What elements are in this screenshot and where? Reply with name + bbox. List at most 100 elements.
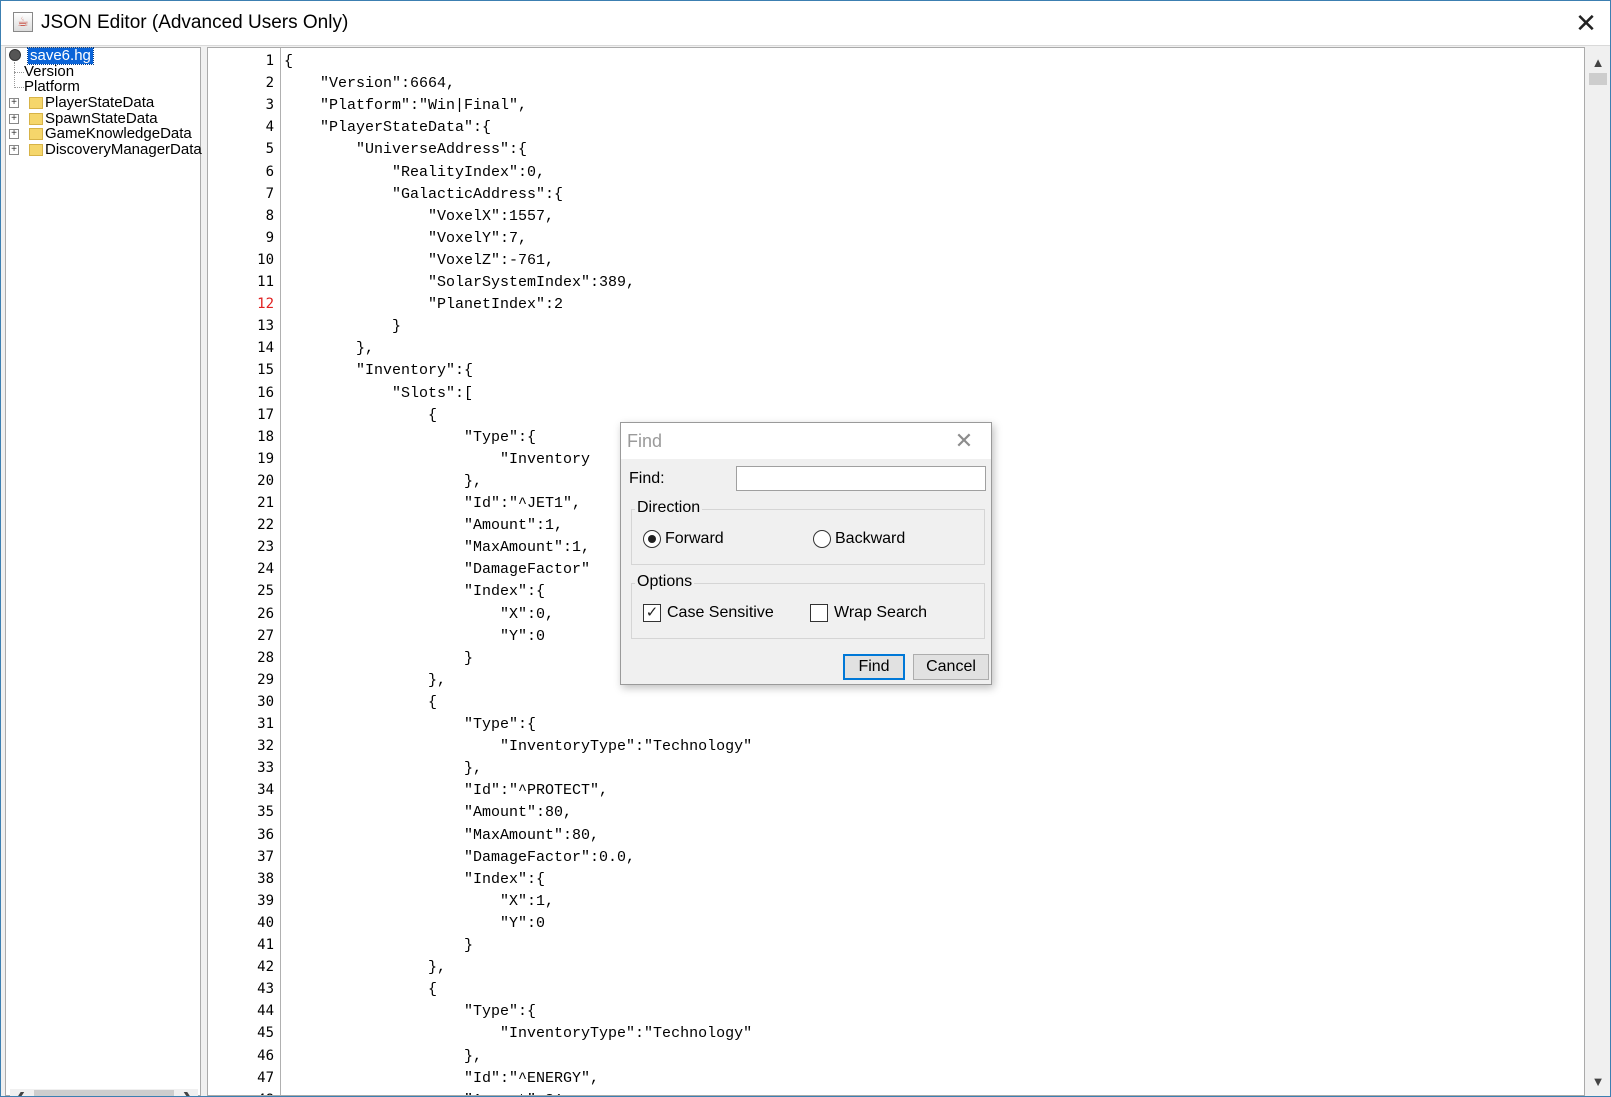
code-line[interactable]: { bbox=[284, 981, 437, 998]
backward-radio[interactable] bbox=[813, 530, 831, 548]
code-line[interactable]: "UniverseAddress":{ bbox=[284, 141, 527, 158]
tree-folder-discoverymanagerdata[interactable]: + DiscoveryManagerData bbox=[6, 142, 202, 158]
line-number: 38 bbox=[257, 870, 274, 887]
case-sensitive-label[interactable]: Case Sensitive bbox=[667, 604, 774, 622]
code-line[interactable]: { bbox=[284, 407, 437, 424]
find-dialog-title: Find bbox=[627, 431, 663, 451]
code-line[interactable]: "Index":{ bbox=[284, 871, 545, 888]
code-line[interactable]: }, bbox=[284, 473, 482, 490]
code-line[interactable]: "MaxAmount":1, bbox=[284, 539, 590, 556]
case-sensitive-checkbox[interactable]: ✓ bbox=[643, 604, 661, 622]
tree-folder-label: DiscoveryManagerData bbox=[45, 141, 202, 158]
folder-icon bbox=[29, 113, 43, 125]
code-line[interactable]: "Amount":81 bbox=[284, 1092, 563, 1095]
window-close-button[interactable]: ✕ bbox=[1571, 8, 1601, 38]
line-number: 25 bbox=[257, 583, 274, 600]
editor-vertical-scrollbar[interactable]: ▲ ▼ bbox=[1586, 47, 1610, 1096]
line-number: 8 bbox=[265, 207, 274, 224]
scroll-thumb[interactable] bbox=[1589, 73, 1607, 85]
code-line[interactable]: "Amount":1, bbox=[284, 517, 563, 534]
code-line[interactable]: "Id":"^JET1", bbox=[284, 495, 581, 512]
code-line[interactable]: "InventoryType":"Technology" bbox=[284, 1025, 752, 1042]
code-line[interactable]: } bbox=[284, 937, 473, 954]
line-number: 10 bbox=[257, 251, 274, 268]
cancel-button[interactable]: Cancel bbox=[913, 654, 989, 680]
find-button[interactable]: Find bbox=[843, 654, 905, 680]
line-number: 30 bbox=[257, 693, 274, 710]
code-line[interactable]: "Type":{ bbox=[284, 1003, 536, 1020]
tree-horizontal-scrollbar[interactable]: ❮ ❯ bbox=[10, 1089, 198, 1096]
code-line[interactable]: "VoxelX":1557, bbox=[284, 208, 554, 225]
line-number: 48 bbox=[208, 1092, 274, 1095]
tree-root-label[interactable]: save6.hg bbox=[27, 47, 94, 65]
line-number: 14 bbox=[257, 340, 274, 357]
find-dialog-close-button[interactable]: ✕ bbox=[949, 427, 979, 455]
tree-guide-line bbox=[14, 87, 24, 88]
expand-icon[interactable]: + bbox=[9, 145, 19, 155]
tree-folder-playerstatedata[interactable]: + PlayerStateData bbox=[6, 95, 196, 111]
code-line[interactable]: "Platform":"Win|Final", bbox=[284, 97, 527, 114]
code-line[interactable]: } bbox=[284, 650, 473, 667]
code-line[interactable]: "VoxelZ":-761, bbox=[284, 252, 554, 269]
code-line[interactable]: "Y":0 bbox=[284, 628, 545, 645]
code-line[interactable]: "Id":"^PROTECT", bbox=[284, 782, 608, 799]
code-line[interactable]: "VoxelY":7, bbox=[284, 230, 527, 247]
scroll-down-icon[interactable]: ▼ bbox=[1586, 1072, 1610, 1092]
code-line[interactable]: }, bbox=[284, 1048, 482, 1065]
code-line[interactable]: "Inventory":{ bbox=[284, 362, 473, 379]
code-line[interactable]: "Type":{ bbox=[284, 429, 536, 446]
find-input[interactable] bbox=[736, 466, 986, 491]
code-line[interactable]: "Version":6664, bbox=[284, 75, 455, 92]
code-line[interactable]: }, bbox=[284, 340, 374, 357]
line-number: 13 bbox=[257, 318, 274, 335]
scroll-left-icon[interactable]: ❮ bbox=[10, 1089, 30, 1096]
backward-radio-label[interactable]: Backward bbox=[835, 530, 905, 548]
expand-icon[interactable]: + bbox=[9, 129, 19, 139]
line-number: 23 bbox=[257, 539, 274, 556]
json-editor-window: ☕ JSON Editor (Advanced Users Only) ✕ sa… bbox=[0, 0, 1611, 1097]
line-number: 47 bbox=[257, 1069, 274, 1086]
code-line[interactable]: "Slots":[ bbox=[284, 385, 473, 402]
code-line[interactable]: }, bbox=[284, 760, 482, 777]
code-line[interactable]: "X":1, bbox=[284, 893, 554, 910]
code-line[interactable]: "Y":0 bbox=[284, 915, 545, 932]
expand-icon[interactable]: + bbox=[9, 114, 19, 124]
code-line[interactable]: "Amount":80, bbox=[284, 804, 572, 821]
code-line[interactable]: "PlayerStateData":{ bbox=[284, 119, 491, 136]
code-line[interactable]: }, bbox=[284, 959, 446, 976]
code-line[interactable]: "PlanetIndex":2 bbox=[284, 296, 563, 313]
window-title: JSON Editor (Advanced Users Only) bbox=[41, 12, 349, 33]
scroll-up-icon[interactable]: ▲ bbox=[1586, 53, 1610, 73]
tree-guide-line bbox=[14, 72, 24, 73]
tree-leaf-label: Platform bbox=[24, 78, 80, 95]
code-line[interactable]: "GalacticAddress":{ bbox=[284, 186, 563, 203]
forward-radio[interactable] bbox=[643, 530, 661, 548]
wrap-search-label[interactable]: Wrap Search bbox=[834, 604, 927, 622]
code-line[interactable]: }, bbox=[284, 672, 446, 689]
code-line[interactable]: "InventoryType":"Technology" bbox=[284, 738, 752, 755]
line-number: 5 bbox=[265, 141, 274, 158]
code-line[interactable]: "Id":"^ENERGY", bbox=[284, 1070, 599, 1087]
code-line[interactable]: "DamageFactor" bbox=[284, 561, 590, 578]
expand-icon[interactable]: + bbox=[9, 98, 19, 108]
line-number: 45 bbox=[257, 1025, 274, 1042]
code-line[interactable]: } bbox=[284, 318, 401, 335]
line-number: 27 bbox=[257, 627, 274, 644]
code-line[interactable]: "Inventory bbox=[284, 451, 590, 468]
code-line[interactable]: { bbox=[284, 694, 437, 711]
tree-root[interactable]: save6.hg bbox=[6, 47, 196, 65]
forward-radio-label[interactable]: Forward bbox=[665, 530, 724, 548]
tree-folder-gameknowledgedata[interactable]: + GameKnowledgeData bbox=[6, 126, 196, 142]
wrap-search-checkbox[interactable] bbox=[810, 604, 828, 622]
scroll-thumb[interactable] bbox=[34, 1090, 174, 1096]
code-line[interactable]: "DamageFactor":0.0, bbox=[284, 849, 635, 866]
line-number: 3 bbox=[265, 97, 274, 114]
code-line[interactable]: "SolarSystemIndex":389, bbox=[284, 274, 635, 291]
code-line[interactable]: "RealityIndex":0, bbox=[284, 164, 545, 181]
scroll-right-icon[interactable]: ❯ bbox=[178, 1089, 198, 1096]
code-line[interactable]: { bbox=[284, 53, 293, 70]
code-line[interactable]: "Index":{ bbox=[284, 583, 545, 600]
code-line[interactable]: "MaxAmount":80, bbox=[284, 827, 599, 844]
code-line[interactable]: "X":0, bbox=[284, 606, 554, 623]
code-line[interactable]: "Type":{ bbox=[284, 716, 536, 733]
